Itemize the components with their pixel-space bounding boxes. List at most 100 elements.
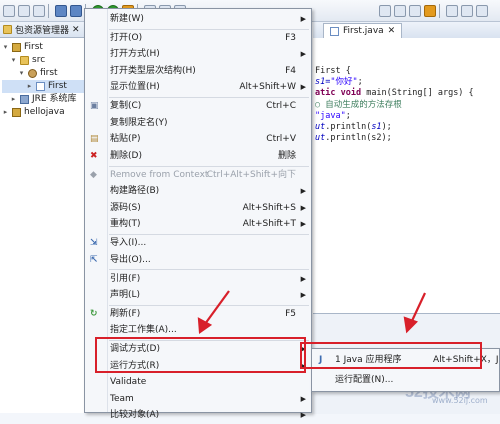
toolbar-separator: [439, 3, 443, 18]
menu-item-label: 复制(C): [110, 101, 142, 112]
menu-item-label: 显示位置(H): [110, 82, 160, 93]
menu-item[interactable]: 源码(S) Alt+Shift+S ▶: [86, 200, 310, 217]
submenu-arrow-icon: ▶: [300, 220, 306, 229]
menu-item-label: 引用(F): [110, 273, 141, 284]
annotation-icon[interactable]: [424, 4, 436, 17]
save-icon[interactable]: [18, 4, 30, 17]
tree-item[interactable]: ▾ First: [2, 41, 88, 54]
menu-item[interactable]: ↻ 刷新(F) F5: [86, 306, 310, 323]
import-icon: ⇲: [90, 238, 98, 249]
menu-item-label: 导入(I)...: [110, 238, 147, 249]
project-icon: [12, 108, 21, 117]
menu-item[interactable]: ✖ 删除(D) 删除: [86, 148, 310, 165]
menu-item-shortcut: Alt+Shift+S: [242, 202, 296, 213]
code-line: "java";: [315, 111, 474, 122]
package-icon: [28, 69, 37, 78]
menu-item-label: Validate: [110, 377, 147, 388]
build-icon[interactable]: [55, 4, 67, 17]
menu-item[interactable]: 新建(W) ▶: [86, 11, 310, 28]
menu-item[interactable]: ▣ 复制(C) Ctrl+C: [86, 98, 310, 115]
code-line: First {: [315, 66, 474, 77]
new-icon[interactable]: [3, 4, 15, 17]
code-token: );: [381, 121, 392, 132]
code-editor[interactable]: First {s1="你好"; atic void main(String[] a…: [313, 38, 500, 313]
java-file-icon: [330, 26, 339, 36]
code-token: ut: [315, 121, 326, 132]
expand-icon[interactable]: ▸: [2, 106, 9, 119]
submenu-arrow-icon: ▶: [300, 411, 306, 420]
menu-item[interactable]: 构建路径(B) ▶: [86, 183, 310, 200]
close-icon[interactable]: ✕: [72, 25, 80, 35]
submenu-arrow-icon: ▶: [300, 15, 306, 23]
menu-item[interactable]: 显示位置(H) Alt+Shift+W ▶: [86, 79, 310, 96]
tree-item[interactable]: ▸ First: [2, 80, 88, 93]
menu-item[interactable]: 复制限定名(Y): [86, 115, 310, 132]
menu-item-label: 源码(S): [110, 202, 141, 213]
submenu-arrow-icon: ▶: [300, 394, 306, 403]
menu-item[interactable]: 打开(O) F3: [86, 30, 310, 47]
menu-item-label: 删除(D): [110, 150, 142, 161]
search-icon[interactable]: [70, 4, 82, 17]
menu-item[interactable]: ▤ 粘贴(P) Ctrl+V: [86, 131, 310, 148]
code-token: s1: [371, 121, 382, 132]
back-icon[interactable]: [446, 4, 458, 17]
open-task-icon[interactable]: [394, 4, 406, 17]
menu-item-label: 打开(O): [110, 32, 143, 43]
menu-item[interactable]: ⇲ 导入(I)...: [86, 235, 310, 252]
explorer-tab[interactable]: 包资源管理器 ✕: [0, 22, 90, 38]
submenu-item[interactable]: 运行配置(N)...: [313, 372, 498, 388]
code-token: main(String[] args) {: [361, 88, 474, 99]
menu-item[interactable]: 引用(F) ▶: [86, 271, 310, 288]
tree-item-label: JRE 系统库: [32, 94, 77, 104]
menu-item-shortcut: 删除: [277, 150, 296, 161]
code-token: .println(: [325, 121, 372, 132]
menu-item[interactable]: Validate: [86, 374, 310, 391]
menu-item[interactable]: 声明(L) ▶: [86, 287, 310, 304]
menu-item[interactable]: 重构(T) Alt+Shift+T ▶: [86, 216, 310, 233]
code-area: First {s1="你好"; atic void main(String[] a…: [315, 66, 474, 144]
editor-tab-first-java[interactable]: First.java ✕: [323, 23, 403, 38]
tree-item-label: first: [40, 68, 58, 78]
menu-item[interactable]: Team ▶: [86, 391, 310, 408]
menu-item-shortcut: Alt+Shift+W: [239, 82, 296, 93]
menu-item-label: 导出(O)...: [110, 254, 151, 265]
library-icon: [20, 95, 29, 104]
menu-item-label: 打开方式(H): [110, 49, 160, 60]
editor-tab-label: First.java: [343, 26, 384, 36]
menu-item[interactable]: 打开方式(H) ▶: [86, 46, 310, 63]
refresh-icon: ↻: [90, 308, 98, 319]
tree-item-label: First: [48, 81, 67, 91]
explorer-title: 包资源管理器: [15, 26, 70, 36]
code-token: First {: [315, 66, 351, 76]
forward-icon[interactable]: [461, 4, 473, 17]
expand-icon[interactable]: ▸: [10, 93, 17, 106]
menu-item-shortcut: F4: [285, 65, 296, 76]
java-file-icon: [36, 82, 45, 91]
folder-icon: [20, 56, 29, 65]
menu-item-shortcut: Alt+Shift+T: [242, 219, 296, 230]
menu-item[interactable]: 比较对象(A) ▶: [86, 407, 310, 424]
open-type-icon[interactable]: [379, 4, 391, 17]
tree-item[interactable]: ▸ hellojava: [2, 106, 88, 119]
editor-tabbar: First.java ✕: [313, 22, 500, 39]
code-token: void: [340, 88, 362, 99]
menu-item[interactable]: ⇱ 导出(O)...: [86, 252, 310, 269]
code-line: ○ 自动生成的方法存根: [315, 100, 474, 111]
tree-item[interactable]: ▾ src: [2, 54, 88, 67]
collapse-icon[interactable]: ▾: [10, 54, 17, 67]
collapse-icon[interactable]: ▾: [18, 67, 25, 80]
expand-icon[interactable]: ▸: [26, 80, 33, 93]
collapse-icon[interactable]: ▾: [2, 41, 9, 54]
export-icon: ⇱: [90, 254, 98, 265]
menu-item-label: Team: [110, 393, 134, 404]
code-token: ut: [315, 133, 326, 144]
menu-item[interactable]: 打开类型层次结构(H) F4: [86, 63, 310, 80]
code-token: ;: [357, 77, 363, 88]
close-icon[interactable]: ✕: [388, 26, 396, 36]
print-icon[interactable]: [33, 4, 45, 17]
perspective-icon[interactable]: [476, 4, 488, 17]
code-token: .println(s2);: [325, 133, 392, 144]
tree-item[interactable]: ▸ JRE 系统库: [2, 93, 88, 106]
tree-item[interactable]: ▾ first: [2, 67, 88, 80]
search-file-icon[interactable]: [409, 4, 421, 17]
